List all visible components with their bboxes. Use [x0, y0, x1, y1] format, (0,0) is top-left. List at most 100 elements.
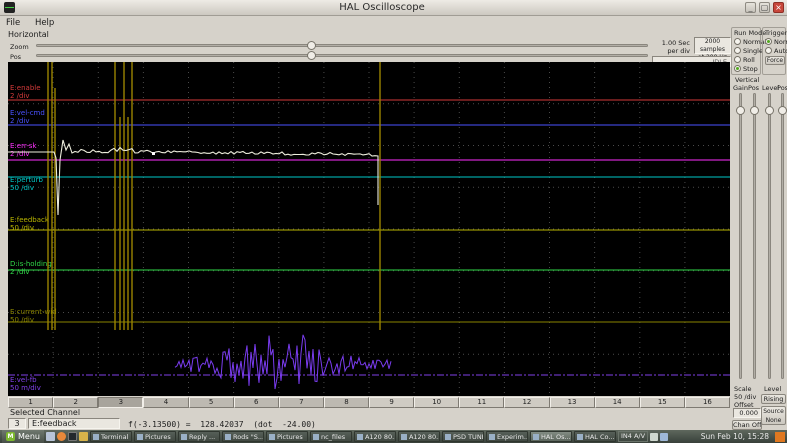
trigger-source-button[interactable]: Source None [761, 406, 786, 425]
window-icon [180, 433, 187, 440]
taskbar-window-button[interactable]: HAL Co... [573, 431, 616, 442]
runmode-options-normal[interactable]: Normal [734, 37, 767, 46]
slider-handle[interactable] [750, 106, 759, 116]
window-button-label: PSD TUNE [452, 432, 484, 441]
chan-off-button[interactable]: Chan Off [732, 420, 762, 430]
channel-button-11[interactable]: 11 [459, 397, 505, 408]
offset-value[interactable]: 0.000 [733, 408, 761, 418]
window-title: HAL Oscilloscope [339, 2, 425, 13]
vertical-pos-slider[interactable] [750, 93, 759, 379]
window-icon [136, 433, 143, 440]
window-icon [576, 433, 583, 440]
menu-file[interactable]: File [0, 17, 26, 29]
trigger-level-slider[interactable] [765, 93, 774, 379]
cursor-marker[interactable] [152, 152, 155, 155]
channel-button-1[interactable]: 1 [8, 397, 54, 408]
window-icon [488, 433, 495, 440]
audio-device-tray[interactable]: IN4 A/V [617, 431, 649, 442]
window-button-label: Rods "S... [232, 432, 264, 441]
runmode-options-single[interactable]: Single [734, 46, 763, 55]
taskbar-window-button[interactable]: nc_files [309, 431, 352, 442]
force-button[interactable]: Force [765, 56, 785, 65]
channel-button-9[interactable]: 9 [369, 397, 415, 408]
taskbar-window-button[interactable]: Reply ... [177, 431, 220, 442]
window-titlebar[interactable]: HAL Oscilloscope _ ▢ × [0, 0, 787, 16]
taskbar-window-button[interactable]: HAL Os... [529, 431, 572, 442]
channel-button-4[interactable]: 4 [143, 397, 189, 408]
slider-handle[interactable] [778, 106, 787, 116]
trigger-title: Trigger [765, 29, 787, 37]
zoom-slider[interactable] [36, 41, 648, 50]
slider-handle[interactable] [307, 51, 317, 60]
selected-channel-label: Selected Channel [10, 408, 81, 417]
trigger-pos-header: Pos [777, 84, 787, 92]
network-icon[interactable] [660, 432, 669, 441]
volume-icon[interactable] [650, 432, 659, 441]
channel-button-15[interactable]: 15 [639, 397, 685, 408]
maximize-button[interactable]: ▢ [759, 2, 770, 13]
taskbar-window-button[interactable]: A120 80... [397, 431, 440, 442]
pos-slider[interactable] [36, 51, 648, 60]
taskbar-window-button[interactable]: Experim... [485, 431, 528, 442]
runmode-options-stop[interactable]: Stop [734, 64, 758, 73]
minimize-button[interactable]: _ [745, 2, 756, 13]
channel-button-6[interactable]: 6 [233, 397, 279, 408]
window-button-label: nc_files [320, 432, 346, 441]
window-button-label: Experim... [496, 432, 528, 441]
channel-button-2[interactable]: 2 [53, 397, 99, 408]
vertical-pos-header: Pos [748, 84, 760, 92]
channel-button-10[interactable]: 10 [414, 397, 460, 408]
window-icon [92, 433, 99, 440]
radio-label: Single [743, 46, 763, 55]
close-button[interactable]: × [773, 2, 784, 13]
taskbar-window-button[interactable]: Rods "S... [221, 431, 264, 442]
slider-handle[interactable] [736, 106, 745, 116]
trigger-options-auto[interactable]: Auto [765, 46, 787, 55]
selected-channel-name-input[interactable]: E:feedback [28, 418, 120, 429]
taskbar-window-button[interactable]: A120 80... [353, 431, 396, 442]
channel-button-8[interactable]: 8 [323, 397, 369, 408]
channel-button-16[interactable]: 16 [684, 397, 730, 408]
trigger-frame: Trigger NormalAuto Force [762, 27, 787, 75]
run-mode-frame: Run Mode Normal Single Roll Stop [731, 27, 767, 75]
source-label: Source [763, 408, 784, 415]
notification-square[interactable] [775, 431, 785, 442]
slider-handle[interactable] [307, 41, 317, 50]
menu-label: Menu [18, 432, 40, 441]
timebase-value: 1.00 Sec [661, 39, 690, 47]
trigger-options-normal[interactable]: Normal [765, 37, 787, 46]
channel-button-5[interactable]: 5 [188, 397, 234, 408]
slider-handle[interactable] [765, 106, 774, 116]
vertical-title: Vertical [735, 76, 760, 84]
start-menu-button[interactable]: M Menu [2, 430, 44, 443]
channel-button-13[interactable]: 13 [549, 397, 595, 408]
window-button-label: A120 80... [364, 432, 396, 441]
window-icon [268, 433, 275, 440]
app-icon [4, 2, 15, 13]
vertical-gain-slider[interactable] [736, 93, 745, 379]
taskbar-window-button[interactable]: Pictures [133, 431, 176, 442]
slider-groove [753, 93, 756, 379]
channel-button-14[interactable]: 14 [594, 397, 640, 408]
taskbar-window-button[interactable]: Pictures [265, 431, 308, 442]
menu-help[interactable]: Help [29, 17, 60, 29]
slider-groove [781, 93, 784, 379]
source-value: None [765, 417, 782, 424]
channel-button-row: 1 2 3 4 5 6 7 8 9 10 11 12 13 14 15 16 [8, 397, 730, 408]
channel-button-12[interactable]: 12 [504, 397, 550, 408]
show-desktop-icon[interactable] [45, 432, 55, 441]
scale-label: Scale [734, 385, 752, 393]
taskbar-window-button[interactable]: PSD TUNE [441, 431, 484, 442]
trigger-slope-button[interactable]: Rising [761, 394, 786, 404]
radio-label: Stop [743, 64, 758, 73]
files-icon[interactable] [78, 432, 88, 441]
runmode-options-roll[interactable]: Roll [734, 55, 758, 64]
trigger-pos-slider[interactable] [778, 93, 787, 379]
browser-icon[interactable] [56, 432, 66, 441]
taskbar-window-button[interactable]: Terminal [89, 431, 132, 442]
terminal-icon[interactable] [67, 432, 77, 441]
scope-display[interactable]: E:enable 2 /div E:vel-cmd 2 /div E:err-sk 2 /… [8, 62, 730, 396]
clock[interactable]: Sun Feb 10, 15:28 [701, 432, 773, 441]
channel-button-7[interactable]: 7 [278, 397, 324, 408]
channel-button-3[interactable]: 3 [98, 397, 144, 408]
